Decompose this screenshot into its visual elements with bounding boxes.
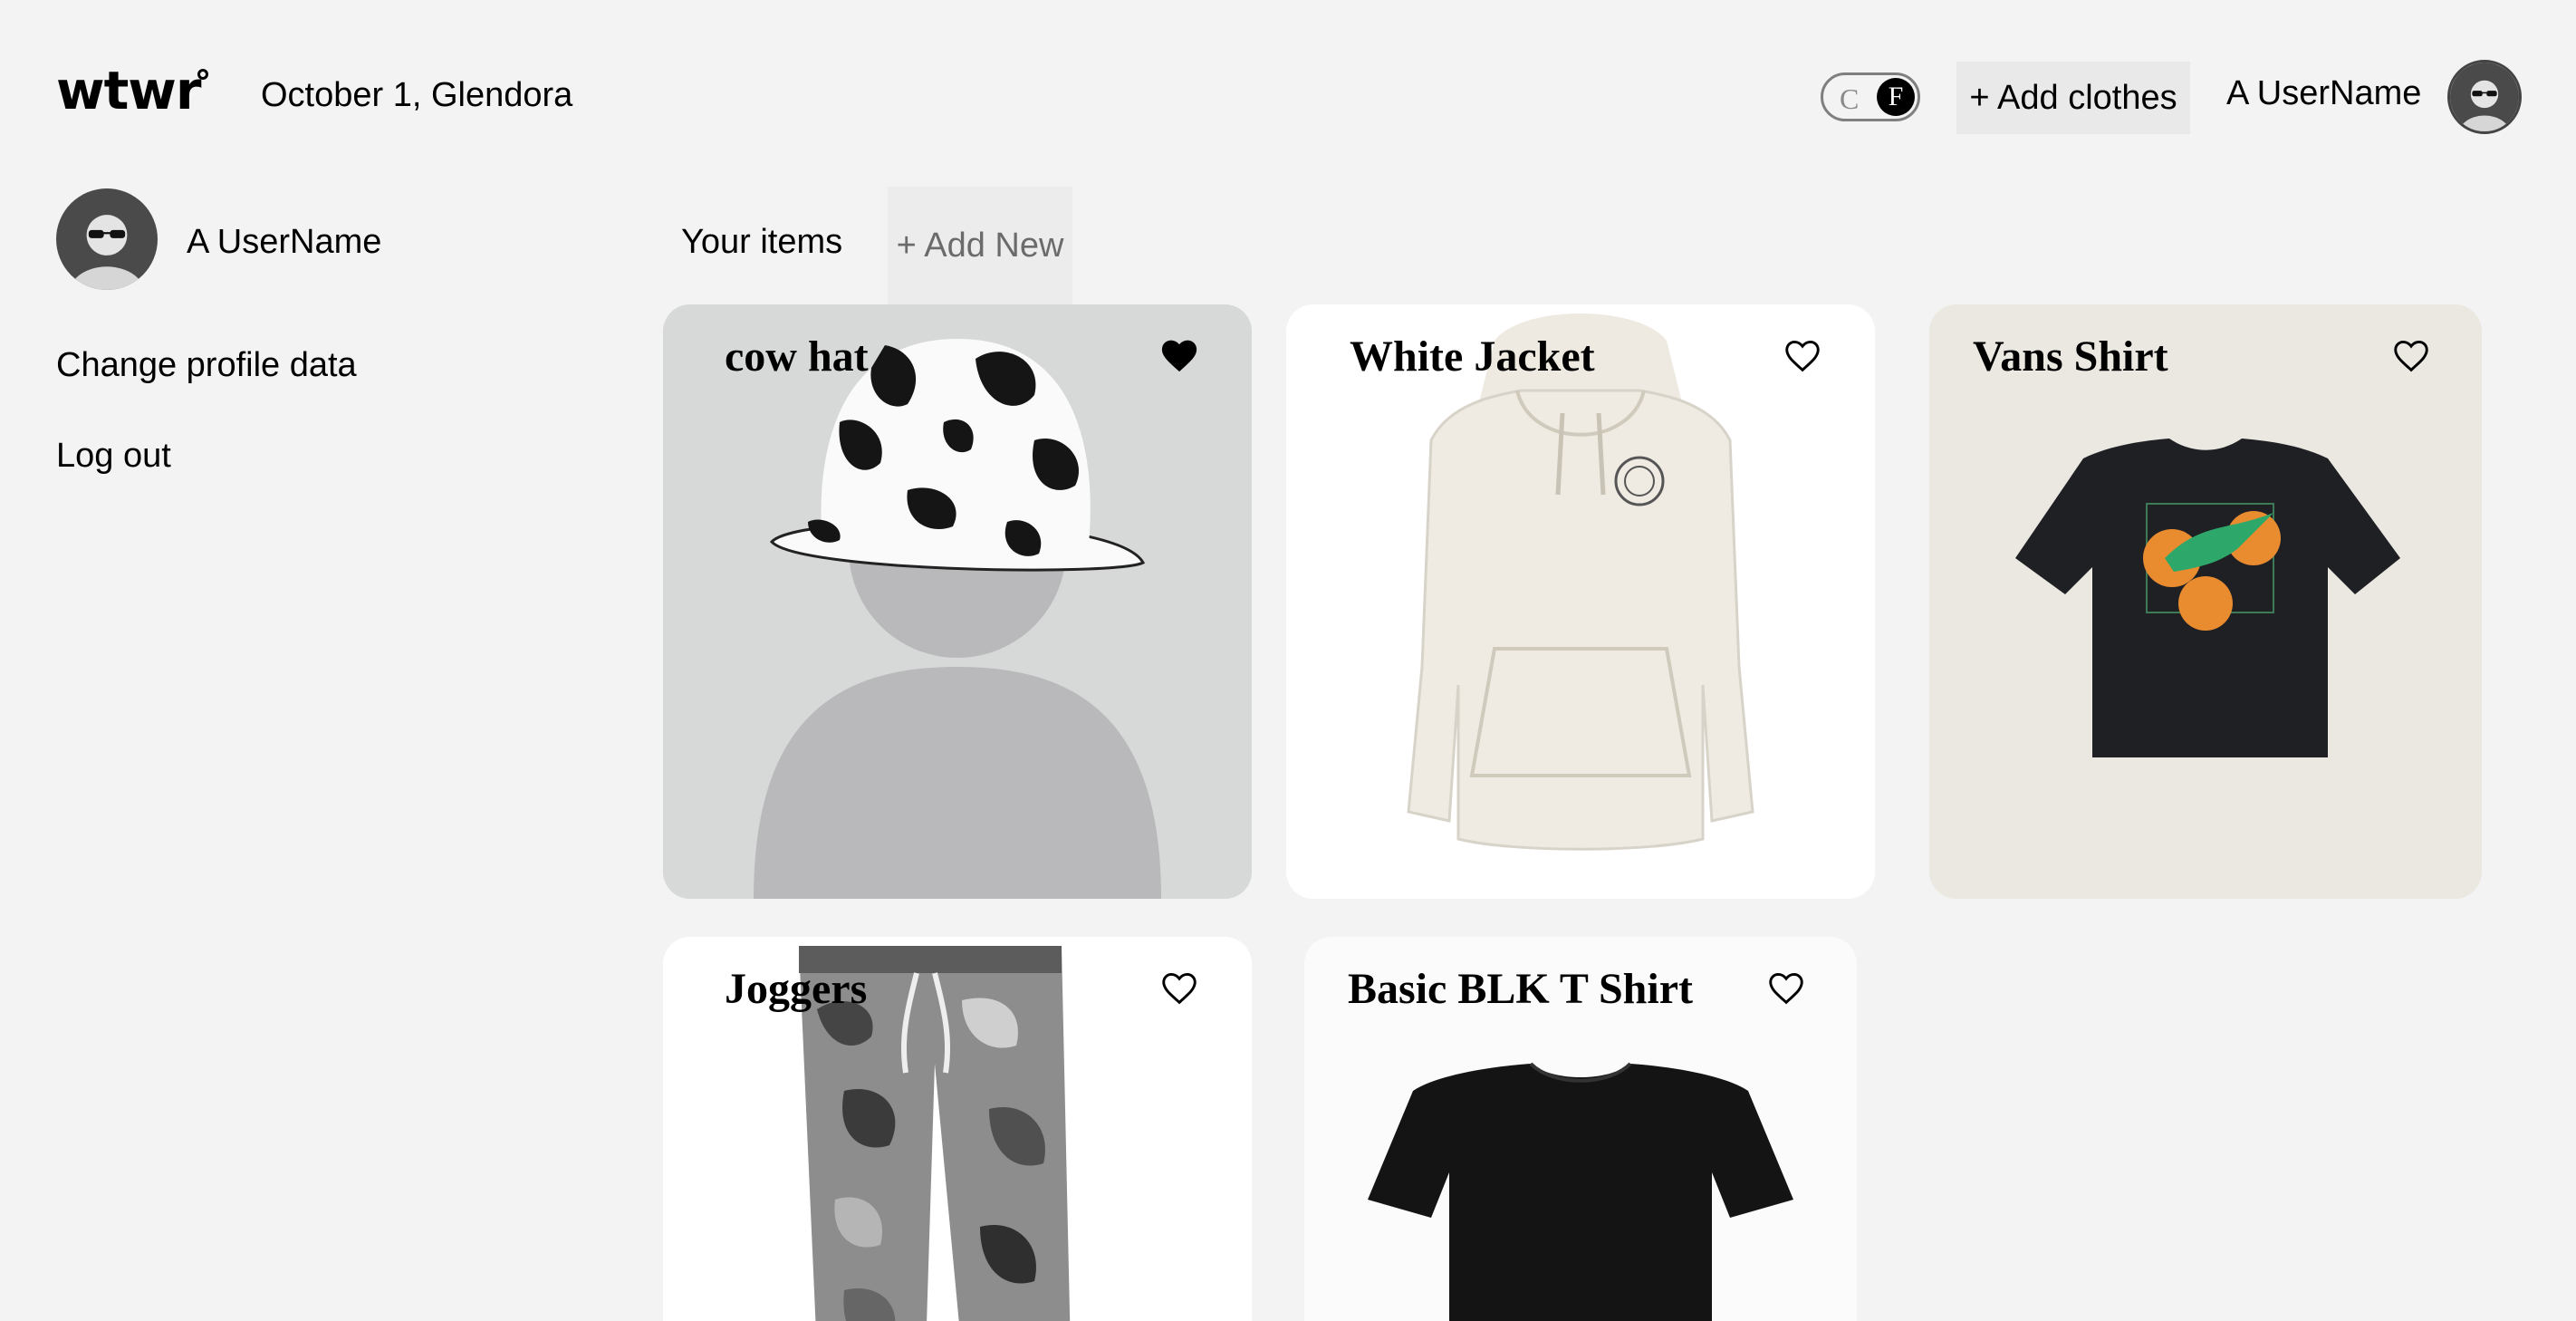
item-card[interactable]: Vans Shirt — [1929, 304, 2482, 899]
avatar-icon — [2450, 63, 2519, 131]
item-card[interactable]: Joggers — [663, 937, 1252, 1321]
change-profile-link[interactable]: Change profile data — [56, 346, 357, 385]
heart-outline-icon[interactable] — [2391, 337, 2431, 373]
logout-link[interactable]: Log out — [56, 437, 171, 476]
date-location: October 1, Glendora — [261, 76, 573, 114]
heart-outline-icon[interactable] — [1766, 969, 1806, 1006]
your-items-title: Your items — [681, 223, 843, 261]
white-jacket-image — [1286, 304, 1875, 899]
vans-shirt-image — [1929, 304, 2482, 899]
app-logo[interactable]: wtwr — [56, 60, 201, 121]
toggle-option-c[interactable]: C — [1840, 82, 1859, 116]
avatar-icon — [56, 188, 158, 290]
card-title: Joggers — [725, 965, 868, 1013]
profile-username: A UserName — [187, 223, 382, 261]
toggle-knob-f[interactable]: F — [1877, 78, 1915, 116]
card-title: Basic BLK T Shirt — [1348, 965, 1693, 1013]
header-username[interactable]: A UserName — [2226, 74, 2421, 113]
logo-degree-icon — [197, 69, 208, 80]
add-clothes-button[interactable]: + Add clothes — [1956, 62, 2190, 134]
profile-avatar — [56, 188, 158, 290]
card-title: Vans Shirt — [1973, 333, 2168, 381]
header-avatar[interactable] — [2447, 60, 2522, 134]
card-title: cow hat — [725, 333, 869, 381]
heart-outline-icon[interactable] — [1159, 969, 1199, 1006]
item-card[interactable]: cow hat — [663, 304, 1252, 899]
cow-hat-image — [663, 304, 1252, 899]
card-title: White Jacket — [1350, 333, 1595, 381]
header: wtwr October 1, Glendora C F + Add cloth… — [0, 0, 2576, 181]
item-card[interactable]: White Jacket — [1286, 304, 1875, 899]
add-new-button[interactable]: + Add New — [888, 187, 1072, 304]
temperature-unit-toggle[interactable]: C F — [1821, 72, 1920, 121]
heart-outline-icon[interactable] — [1783, 337, 1822, 373]
item-card[interactable]: Basic BLK T Shirt — [1304, 937, 1857, 1321]
heart-filled-icon[interactable] — [1159, 337, 1199, 373]
